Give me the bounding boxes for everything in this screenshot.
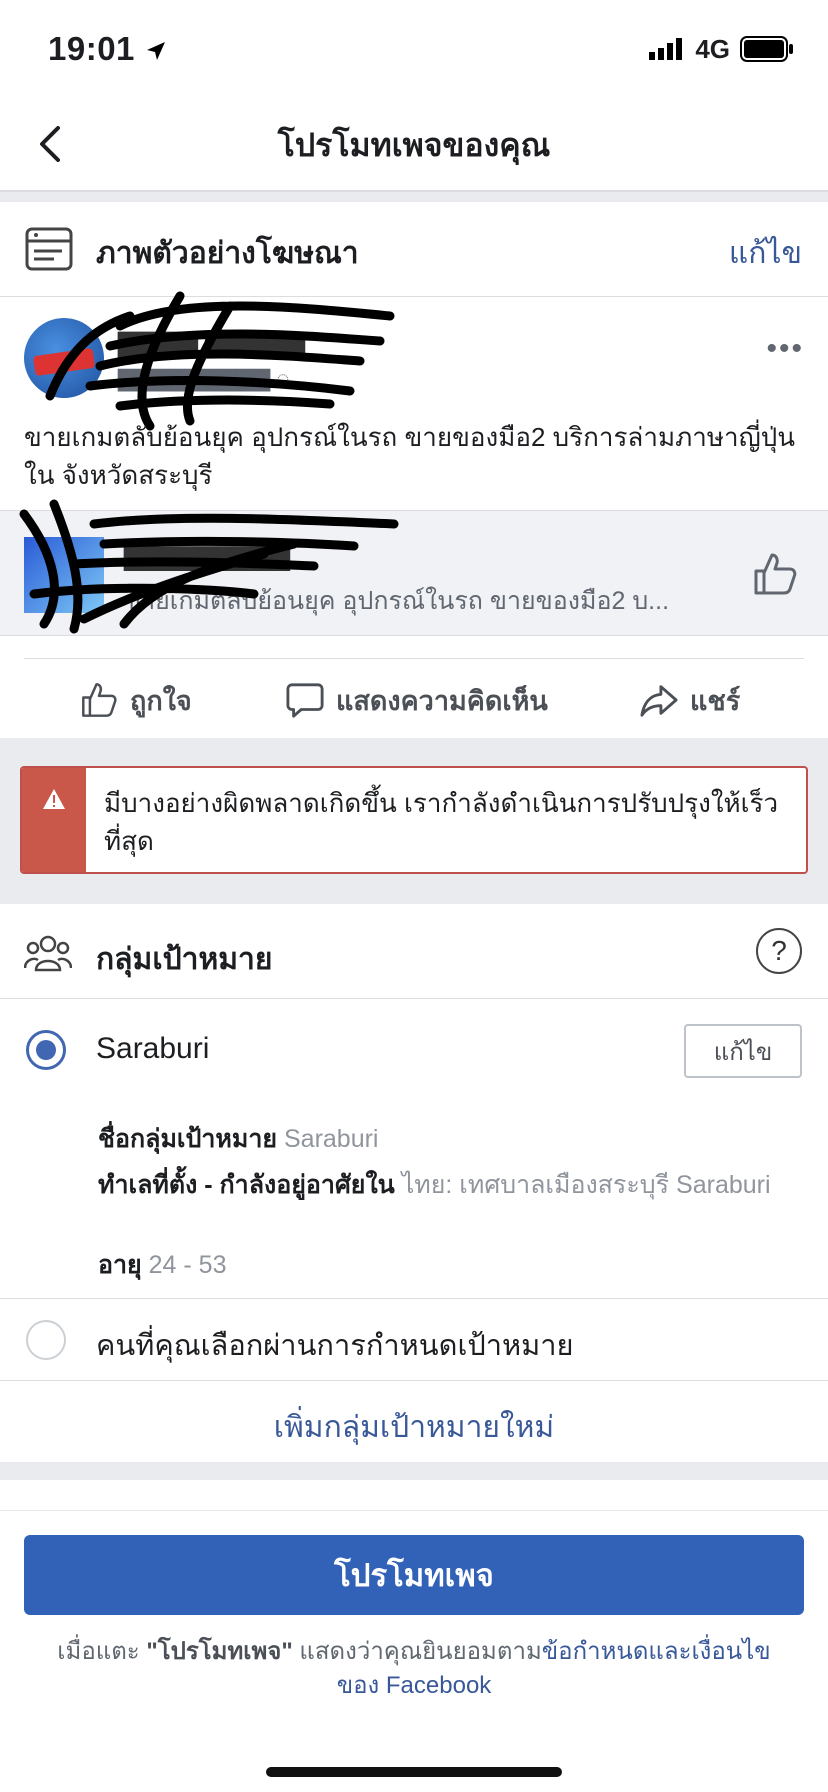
divider bbox=[0, 1380, 828, 1381]
edit-ad-link[interactable]: แก้ไข bbox=[729, 230, 802, 277]
terms-text: เมื่อแตะ "โปรโมทเพจ" แสดงว่าคุณยินยอมตาม… bbox=[57, 1638, 771, 1699]
post-actions: ถูกใจ แสดงความคิดเห็น แชร์ bbox=[0, 660, 828, 740]
home-indicator[interactable] bbox=[266, 1767, 562, 1777]
like-button[interactable]: ถูกใจ bbox=[80, 678, 192, 722]
post-more-button[interactable]: ••• bbox=[766, 332, 804, 366]
page-title: โปรโมทเพจของคุณ bbox=[277, 127, 551, 163]
comment-icon bbox=[286, 683, 324, 718]
edit-audience-button[interactable]: แก้ไข bbox=[684, 1024, 802, 1078]
divider bbox=[0, 998, 828, 999]
alert-message: มีบางอย่างผิดพลาดเกิดขึ้น เรากำลังดำเนิน… bbox=[104, 788, 779, 856]
section-gap bbox=[0, 1462, 828, 1480]
status-time: 19:01 bbox=[48, 30, 167, 68]
comment-button[interactable]: แสดงความคิดเห็น bbox=[286, 678, 548, 722]
status-indicators: 4G bbox=[649, 34, 794, 64]
ad-preview-header: ภาพตัวอย่างโฆษณา แก้ไข bbox=[0, 202, 828, 298]
signal-icon bbox=[649, 38, 683, 60]
ad-preview-icon bbox=[25, 227, 73, 271]
share-button[interactable]: แชร์ bbox=[640, 678, 740, 722]
custom-audience-option[interactable]: คนที่คุณเลือกผ่านการกำหนดเป้าหมาย bbox=[96, 1322, 574, 1368]
add-audience-link[interactable]: เพิ่มกลุ่มเป้าหมายใหม่ bbox=[0, 1404, 828, 1451]
audience-icon bbox=[24, 935, 72, 972]
promote-page-button[interactable]: โปรโมทเพจ bbox=[24, 1535, 804, 1615]
redaction-scribble bbox=[45, 291, 395, 431]
redaction-scribble-2 bbox=[19, 499, 399, 634]
help-icon[interactable]: ? bbox=[756, 928, 802, 974]
audience-location-detail: ทำเลที่ตั้ง - กำลังอยู่อาศัยใน ไทย: เทศบ… bbox=[98, 1171, 771, 1199]
divider bbox=[0, 1298, 828, 1299]
alert-stripe bbox=[22, 768, 86, 872]
network-type: 4G bbox=[695, 33, 730, 64]
thumbs-up-icon bbox=[82, 683, 117, 717]
location-arrow-icon bbox=[146, 42, 165, 61]
audience-age-detail: อายุ 24 - 53 bbox=[98, 1251, 227, 1279]
audience-radio-custom[interactable] bbox=[26, 1320, 66, 1360]
warning-icon bbox=[43, 789, 65, 809]
battery-icon bbox=[740, 36, 793, 62]
ad-preview-title: ภาพตัวอย่างโฆษณา bbox=[96, 237, 359, 270]
audience-name: Saraburi bbox=[96, 1032, 210, 1065]
audience-title: กลุ่มเป้าหมาย bbox=[96, 943, 273, 976]
like-label: ถูกใจ bbox=[130, 685, 192, 716]
comment-label: แสดงความคิดเห็น bbox=[336, 685, 548, 716]
error-alert: มีบางอย่างผิดพลาดเกิดขึ้น เรากำลังดำเนิน… bbox=[20, 766, 808, 874]
like-page-icon[interactable] bbox=[752, 551, 798, 597]
navigation-bar: โปรโมทเพจของคุณ bbox=[0, 96, 828, 192]
footer: โปรโมทเพจ เมื่อแตะ "โปรโมทเพจ" แสดงว่าคุ… bbox=[0, 1510, 828, 1792]
share-label: แชร์ bbox=[690, 685, 741, 716]
divider bbox=[24, 658, 804, 659]
post-text: ขายเกมตลับย้อนยุค อุปกรณ์ในรถ ขายของมือ2… bbox=[24, 422, 795, 490]
share-icon bbox=[640, 685, 678, 717]
status-bar: 19:01 4G bbox=[0, 0, 828, 96]
audience-radio-selected[interactable] bbox=[26, 1030, 66, 1070]
audience-name-detail: ชื่อกลุ่มเป้าหมาย Saraburi bbox=[98, 1125, 379, 1153]
section-gap bbox=[0, 192, 828, 202]
